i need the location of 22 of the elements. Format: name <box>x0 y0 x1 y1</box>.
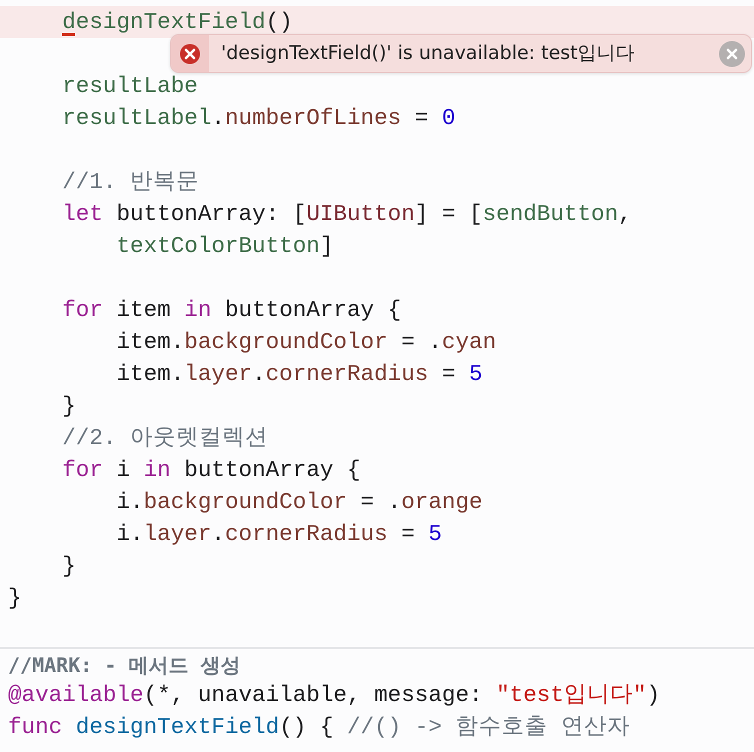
code-line: item.backgroundColor = .cyan <box>115 328 498 357</box>
code-line: textColorButton] <box>115 232 334 261</box>
code-line: //2. 아웃렛컬렉션 <box>61 424 270 453</box>
code-line: //MARK: - 메서드 생성 <box>0 647 754 679</box>
close-button[interactable] <box>719 40 745 66</box>
code-line: item.layer.cornerRadius = 5 <box>115 360 484 389</box>
code-line: } <box>61 392 77 421</box>
code-line: resultLabel.numberOfLines = 0 <box>61 104 456 133</box>
code-line: resultLabe <box>61 72 199 101</box>
code-line: func designTextField() { //() -> 함수호출 연산자 <box>7 713 632 742</box>
code-line: for item in buttonArray { <box>61 296 402 325</box>
code-line: for i in buttonArray { <box>61 456 362 485</box>
code-line: let buttonArray: [UIButton] = [sendButton, <box>61 200 633 229</box>
error-icon <box>179 42 201 64</box>
error-message: 'designTextField()' is unavailable: test입니다 <box>220 41 636 66</box>
code-line: @available(*, unavailable, message: "test입니다") <box>7 681 662 710</box>
code-line: i.layer.cornerRadius = 5 <box>115 520 443 549</box>
code-line: //1. 반복문 <box>61 168 200 197</box>
close-icon <box>725 46 739 60</box>
code-line: i.backgroundColor = .orange <box>115 488 484 517</box>
code-line: } <box>7 584 23 613</box>
code-line: } <box>61 552 77 581</box>
